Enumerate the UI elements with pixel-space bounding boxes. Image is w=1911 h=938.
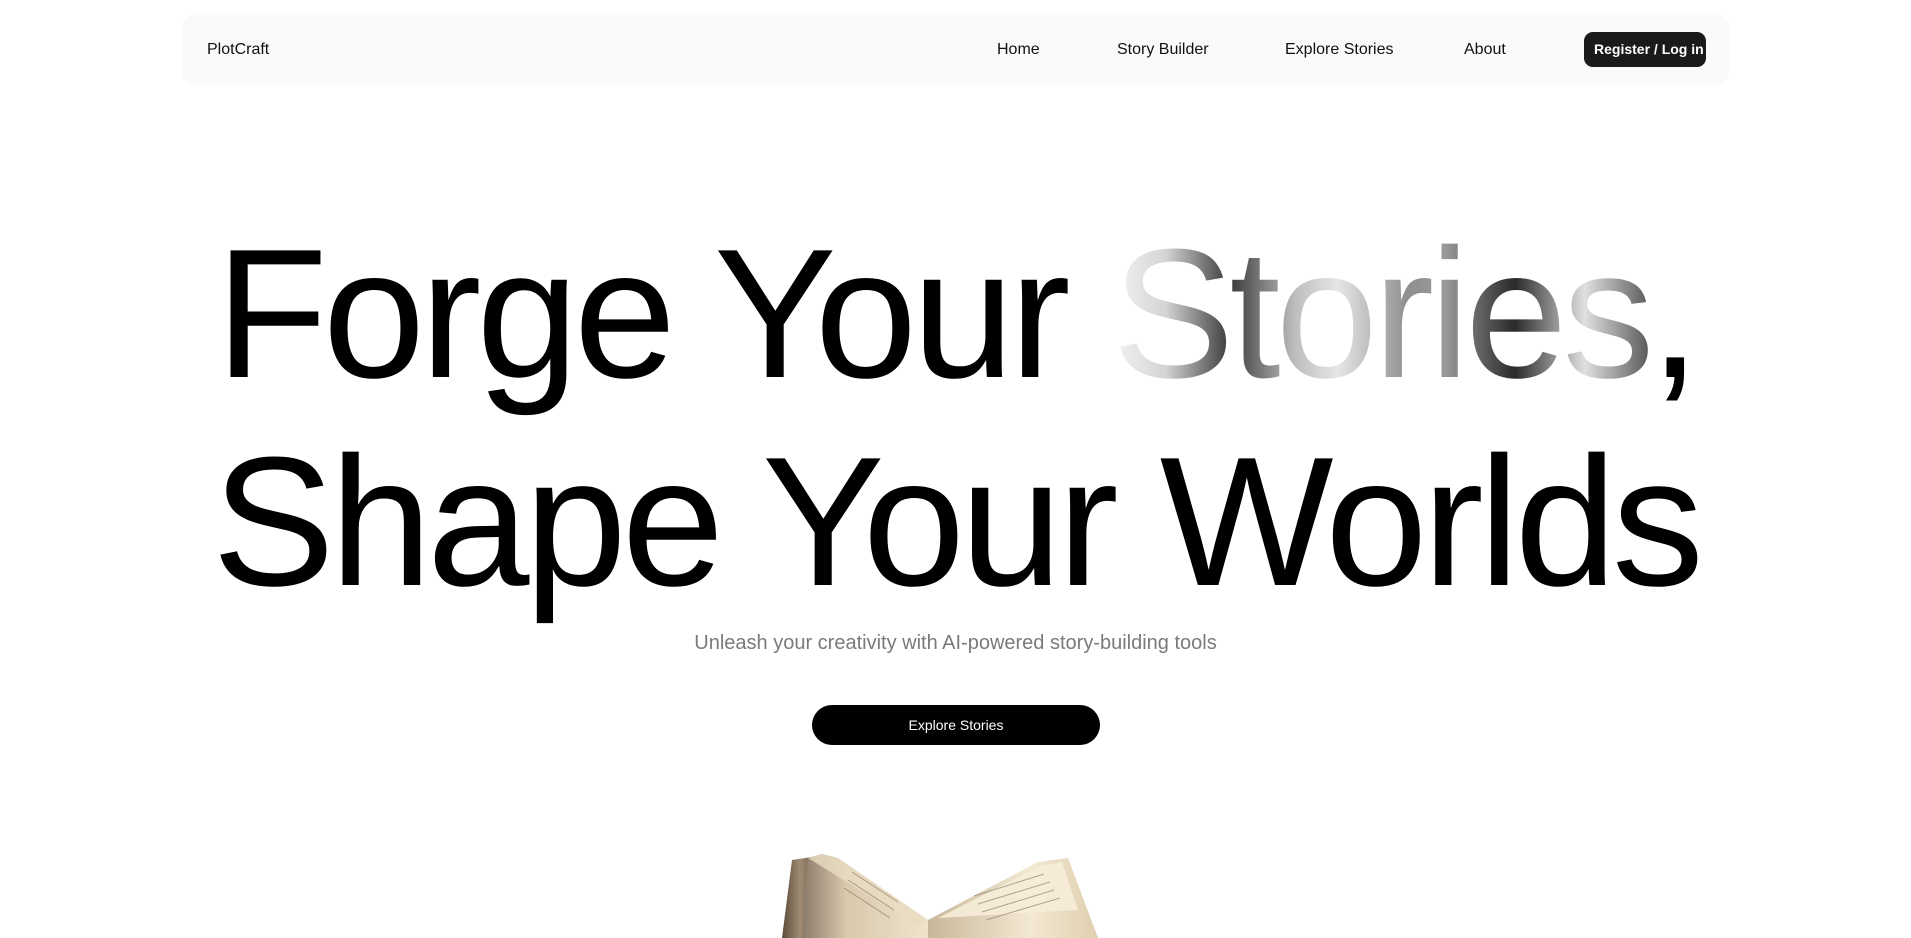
nav-link-about[interactable]: About bbox=[1464, 41, 1506, 59]
brand-logo-link[interactable]: PlotCraft bbox=[207, 41, 269, 59]
landing-page: PlotCraft Home Story Builder Explore Sto… bbox=[0, 0, 1911, 938]
nav-link-story-builder[interactable]: Story Builder bbox=[1117, 41, 1209, 59]
nav-link-explore-stories[interactable]: Explore Stories bbox=[1285, 41, 1394, 59]
hero-title-text: Forge Your bbox=[215, 210, 1112, 416]
hero-title-line-1: Forge Your Stories, bbox=[0, 210, 1911, 416]
hero-title-highlight: Stories bbox=[1111, 210, 1655, 416]
explore-stories-button[interactable]: Explore Stories bbox=[812, 705, 1100, 745]
nav-link-home[interactable]: Home bbox=[997, 41, 1040, 59]
hero-subtitle: Unleash your creativity with AI-powered … bbox=[694, 632, 1217, 654]
hero-title-comma: , bbox=[1649, 210, 1700, 416]
register-login-button[interactable]: Register / Log in bbox=[1584, 32, 1706, 67]
hero-title-line-2: Shape Your Worlds bbox=[212, 418, 1704, 624]
open-book-image bbox=[782, 854, 1098, 938]
top-navbar: PlotCraft Home Story Builder Explore Sto… bbox=[182, 15, 1729, 85]
